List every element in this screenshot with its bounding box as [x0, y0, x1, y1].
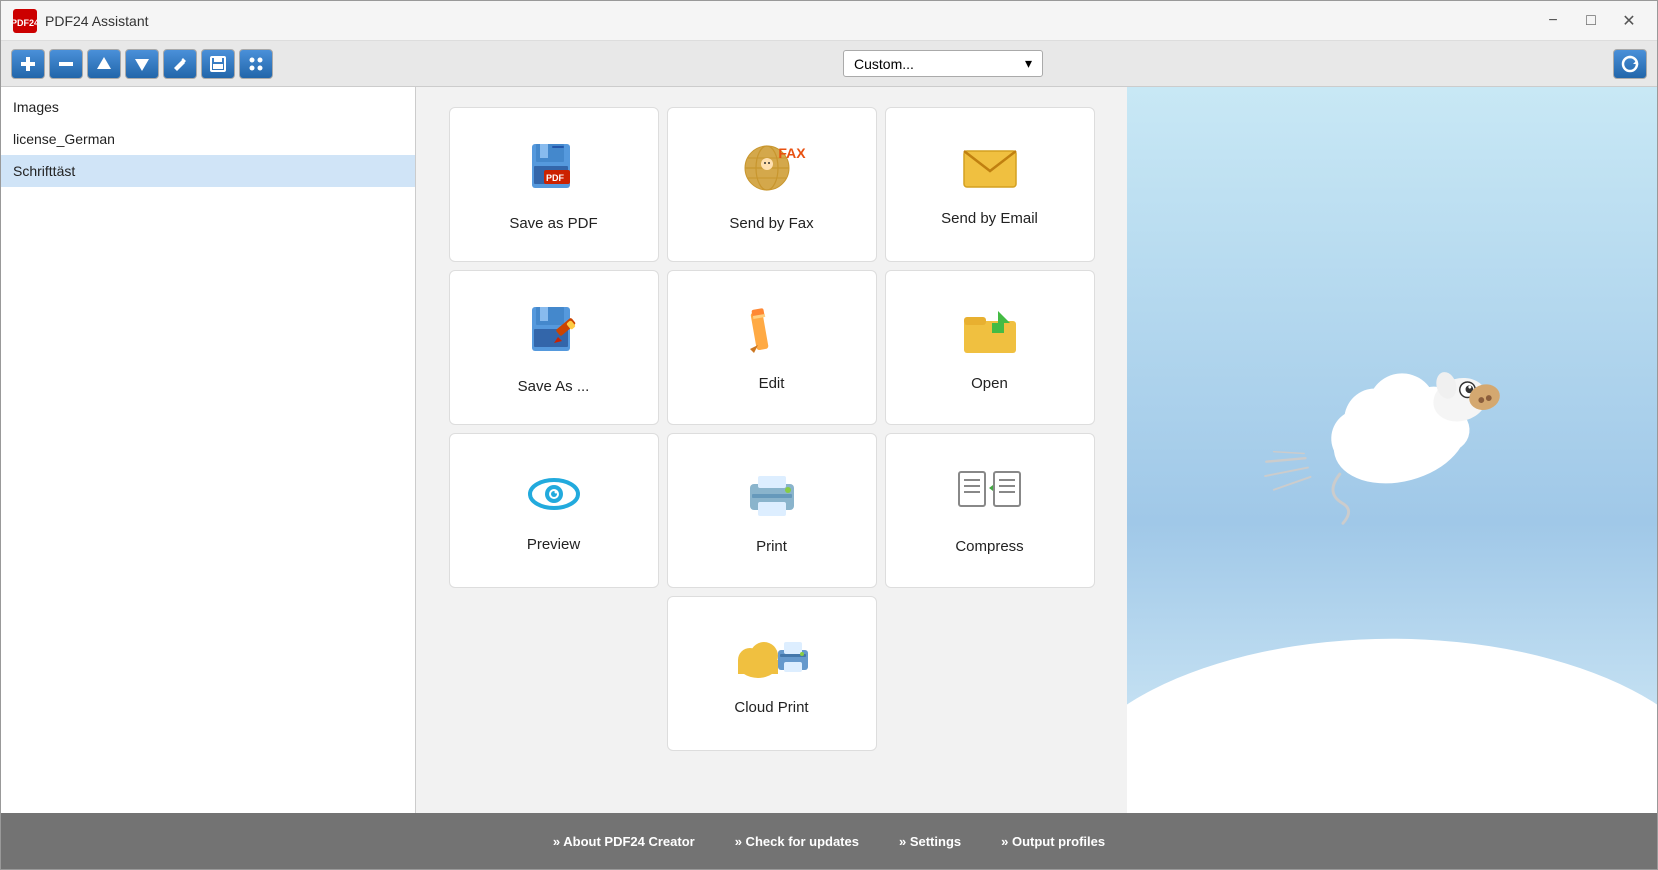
compress-icon	[957, 466, 1022, 526]
chevron-down-icon: ▾	[1025, 55, 1032, 72]
print-button[interactable]: Print	[667, 433, 877, 588]
output-profiles-link[interactable]: » Output profiles	[1001, 834, 1105, 849]
file-item-schrifttest[interactable]: Schrifttäst	[1, 155, 415, 187]
remove-button[interactable]	[49, 49, 83, 79]
svg-text:PDF: PDF	[546, 173, 565, 183]
send-by-email-button[interactable]: Send by Email	[885, 107, 1095, 262]
file-list: Images license_German Schrifttäst	[1, 87, 416, 813]
edit-icon	[744, 303, 799, 363]
actions-grid: PDF Save as PDF	[449, 107, 1095, 588]
footer: » About PDF24 Creator » Check for update…	[1, 813, 1657, 869]
mascot-panel	[1127, 87, 1657, 813]
main-content: Images license_German Schrifttäst PDF	[1, 87, 1657, 813]
print-icon	[742, 466, 802, 526]
save-pdf-icon: PDF	[524, 138, 584, 203]
save-as-label: Save As ...	[518, 378, 590, 395]
move-up-button[interactable]	[87, 49, 121, 79]
move-down-button[interactable]	[125, 49, 159, 79]
print-label: Print	[756, 538, 787, 555]
fax-icon: FAX	[737, 138, 807, 203]
window-controls: − □ ✕	[1537, 8, 1645, 34]
about-link[interactable]: » About PDF24 Creator	[553, 834, 695, 849]
title-bar: PDF24 PDF24 Assistant − □ ✕	[1, 1, 1657, 41]
preview-label: Preview	[527, 536, 580, 553]
app-title: PDF24 Assistant	[45, 13, 1537, 29]
updates-link[interactable]: » Check for updates	[735, 834, 859, 849]
edit-action-button[interactable]: Edit	[667, 270, 877, 425]
svg-text:FAX: FAX	[778, 145, 806, 161]
file-item-images[interactable]: Images	[1, 91, 415, 123]
save-as-icon	[524, 301, 584, 366]
add-button[interactable]	[11, 49, 45, 79]
minimize-button[interactable]: −	[1537, 8, 1569, 34]
save-as-pdf-button[interactable]: PDF Save as PDF	[449, 107, 659, 262]
file-item-license[interactable]: license_German	[1, 123, 415, 155]
actions-panel: PDF Save as PDF	[416, 87, 1127, 813]
compress-label: Compress	[955, 538, 1023, 555]
edit-button[interactable]	[163, 49, 197, 79]
profile-area: Custom... ▾	[277, 50, 1609, 77]
cloud-print-button[interactable]: Cloud Print	[667, 596, 877, 751]
settings-link[interactable]: » Settings	[899, 834, 961, 849]
svg-text:PDF24: PDF24	[13, 18, 37, 28]
app-logo: PDF24	[13, 9, 37, 33]
maximize-button[interactable]: □	[1575, 8, 1607, 34]
cloud-print-label: Cloud Print	[734, 699, 808, 716]
save-as-pdf-label: Save as PDF	[509, 215, 597, 232]
refresh-button[interactable]	[1613, 49, 1647, 79]
profile-label: Custom...	[854, 56, 914, 72]
open-button[interactable]: Open	[885, 270, 1095, 425]
edit-label: Edit	[759, 375, 785, 392]
profile-dropdown[interactable]: Custom... ▾	[843, 50, 1043, 77]
compress-button[interactable]: Compress	[885, 433, 1095, 588]
toolbar: Custom... ▾	[1, 41, 1657, 87]
email-icon	[960, 143, 1020, 198]
save-button[interactable]	[201, 49, 235, 79]
preview-button[interactable]: Preview	[449, 433, 659, 588]
save-as-button[interactable]: Save As ...	[449, 270, 659, 425]
send-by-email-label: Send by Email	[941, 210, 1038, 227]
open-icon	[960, 303, 1020, 363]
close-button[interactable]: ✕	[1613, 8, 1645, 34]
open-label: Open	[971, 375, 1008, 392]
send-by-fax-button[interactable]: FAX Send by Fax	[667, 107, 877, 262]
mascot-image	[1127, 87, 1657, 813]
preview-icon	[524, 469, 584, 524]
cloud-print-icon	[732, 632, 812, 687]
extra-button[interactable]	[239, 49, 273, 79]
send-by-fax-label: Send by Fax	[729, 215, 813, 232]
